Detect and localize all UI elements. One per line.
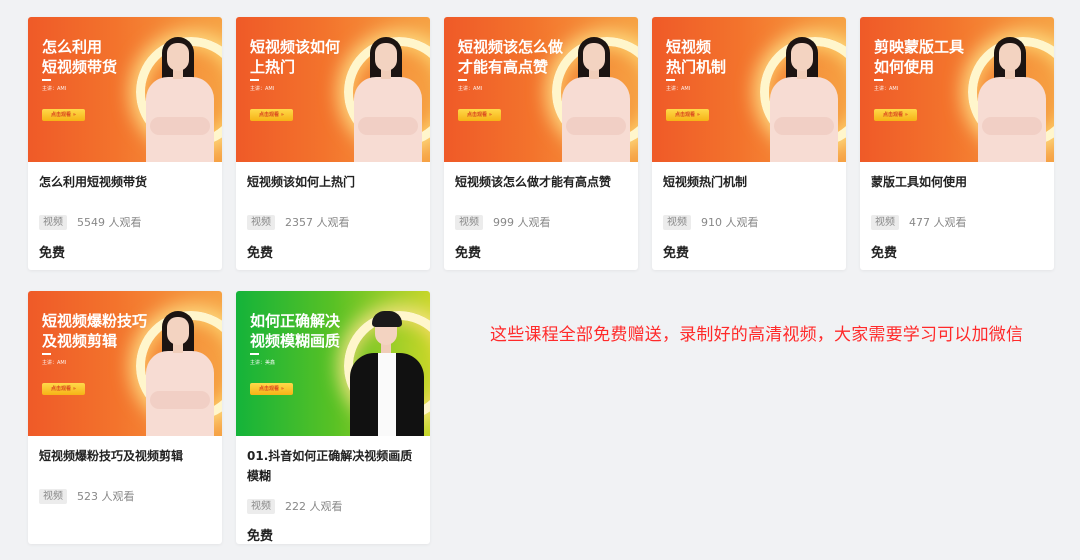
video-tag: 视频 [455,214,483,230]
course-meta: 视频 523 人观看 [39,488,135,504]
course-price: 免费 [663,246,690,261]
course-price: 免费 [455,246,482,261]
course-info: 短视频该怎么做才能有高点赞 视频 999 人观看 免费 [444,162,638,270]
video-tag: 视频 [663,214,691,230]
thumbnail-lecturer: 主讲：AMI [666,86,691,92]
video-tag: 视频 [247,214,275,230]
course-card[interactable]: 如何正确解决 视频模糊画质 主讲：美鑫 点击观看 » 01.抖音如何正确解决视频… [236,291,430,544]
thumbnail-title: 短视频 热门机制 [666,38,727,76]
thumbnail-title: 短视频该怎么做 才能有高点赞 [458,38,564,76]
video-tag: 视频 [871,214,899,230]
course-price: 免费 [871,246,898,261]
course-meta: 视频 477 人观看 [871,214,967,230]
thumbnail-title: 怎么利用 短视频带货 [42,38,118,76]
thumbnail-divider [42,79,51,81]
course-thumbnail[interactable]: 短视频该如何 上热门 主讲：AMI 点击观看 » [236,17,430,162]
free-courses-notice: 这些课程全部免费赠送，录制好的高清视频，大家需要学习可以加微信 [490,325,1024,345]
thumbnail-watch-button[interactable]: 点击观看 » [666,109,709,121]
course-info: 短视频该如何上热门 视频 2357 人观看 免费 [236,162,430,270]
thumbnail-watch-button[interactable]: 点击观看 » [250,383,293,395]
thumbnail-watch-button[interactable]: 点击观看 » [42,109,85,121]
course-meta: 视频 222 人观看 [247,498,343,514]
page-top-strip [0,0,1080,14]
view-count: 523 人观看 [77,490,135,503]
thumbnail-lecturer: 主讲：AMI [42,360,67,366]
course-title[interactable]: 短视频爆粉技巧及视频剪辑 [39,446,215,466]
course-thumbnail[interactable]: 如何正确解决 视频模糊画质 主讲：美鑫 点击观看 » [236,291,430,436]
thumbnail-lecturer: 主讲：AMI [42,86,67,92]
thumbnail-lecturer: 主讲：AMI [874,86,899,92]
thumbnail-lecturer: 主讲：美鑫 [250,360,276,366]
thumbnail-lecturer: 主讲：AMI [250,86,275,92]
course-card[interactable]: 短视频 热门机制 主讲：AMI 点击观看 » 短视频热门机制 视频 910 人观… [652,17,846,270]
thumbnail-lecturer: 主讲：AMI [458,86,483,92]
course-card[interactable]: 短视频该怎么做 才能有高点赞 主讲：AMI 点击观看 » 短视频该怎么做才能有高… [444,17,638,270]
course-title[interactable]: 01.抖音如何正确解决视频画质模糊 [247,446,423,486]
thumbnail-title: 剪映蒙版工具 如何使用 [874,38,965,76]
course-meta: 视频 999 人观看 [455,214,551,230]
course-thumbnail[interactable]: 短视频 热门机制 主讲：AMI 点击观看 » [652,17,846,162]
course-thumbnail[interactable]: 短视频该怎么做 才能有高点赞 主讲：AMI 点击观看 » [444,17,638,162]
thumbnail-divider [458,79,467,81]
course-price: 免费 [247,246,274,261]
course-info: 短视频热门机制 视频 910 人观看 免费 [652,162,846,270]
view-count: 2357 人观看 [285,216,350,229]
course-title[interactable]: 短视频该怎么做才能有高点赞 [455,172,631,192]
course-meta: 视频 2357 人观看 [247,214,350,230]
thumbnail-divider [42,353,51,355]
view-count: 999 人观看 [493,216,551,229]
course-price: 免费 [247,529,274,544]
course-title[interactable]: 蒙版工具如何使用 [871,172,1047,192]
course-meta: 视频 5549 人观看 [39,214,142,230]
thumbnail-watch-button[interactable]: 点击观看 » [250,109,293,121]
course-price: 免费 [39,246,66,261]
course-card[interactable]: 短视频该如何 上热门 主讲：AMI 点击观看 » 短视频该如何上热门 视频 23… [236,17,430,270]
course-thumbnail[interactable]: 剪映蒙版工具 如何使用 主讲：AMI 点击观看 » [860,17,1054,162]
thumbnail-divider [250,353,259,355]
course-thumbnail[interactable]: 短视频爆粉技巧 及视频剪辑 主讲：AMI 点击观看 » [28,291,222,436]
course-title[interactable]: 短视频热门机制 [663,172,839,192]
course-info: 01.抖音如何正确解决视频画质模糊 视频 222 人观看 免费 [236,436,430,544]
thumbnail-divider [250,79,259,81]
thumbnail-title: 如何正确解决 视频模糊画质 [250,312,341,350]
course-info: 短视频爆粉技巧及视频剪辑 视频 523 人观看 [28,436,222,544]
thumbnail-title: 短视频爆粉技巧 及视频剪辑 [42,312,148,350]
thumbnail-watch-button[interactable]: 点击观看 » [874,109,917,121]
thumbnail-watch-button[interactable]: 点击观看 » [458,109,501,121]
view-count: 910 人观看 [701,216,759,229]
view-count: 5549 人观看 [77,216,142,229]
course-card[interactable]: 短视频爆粉技巧 及视频剪辑 主讲：AMI 点击观看 » 短视频爆粉技巧及视频剪辑… [28,291,222,544]
thumbnail-watch-button[interactable]: 点击观看 » [42,383,85,395]
course-info: 怎么利用短视频带货 视频 5549 人观看 免费 [28,162,222,270]
video-tag: 视频 [247,498,275,514]
thumbnail-divider [874,79,883,81]
view-count: 477 人观看 [909,216,967,229]
course-card[interactable]: 剪映蒙版工具 如何使用 主讲：AMI 点击观看 » 蒙版工具如何使用 视频 47… [860,17,1054,270]
course-card[interactable]: 怎么利用 短视频带货 主讲：AMI 点击观看 » 怎么利用短视频带货 视频 55… [28,17,222,270]
video-tag: 视频 [39,488,67,504]
course-thumbnail[interactable]: 怎么利用 短视频带货 主讲：AMI 点击观看 » [28,17,222,162]
course-title[interactable]: 怎么利用短视频带货 [39,172,215,192]
view-count: 222 人观看 [285,500,343,513]
thumbnail-divider [666,79,675,81]
course-info: 蒙版工具如何使用 视频 477 人观看 免费 [860,162,1054,270]
course-meta: 视频 910 人观看 [663,214,759,230]
video-tag: 视频 [39,214,67,230]
course-title[interactable]: 短视频该如何上热门 [247,172,423,192]
thumbnail-title: 短视频该如何 上热门 [250,38,341,76]
